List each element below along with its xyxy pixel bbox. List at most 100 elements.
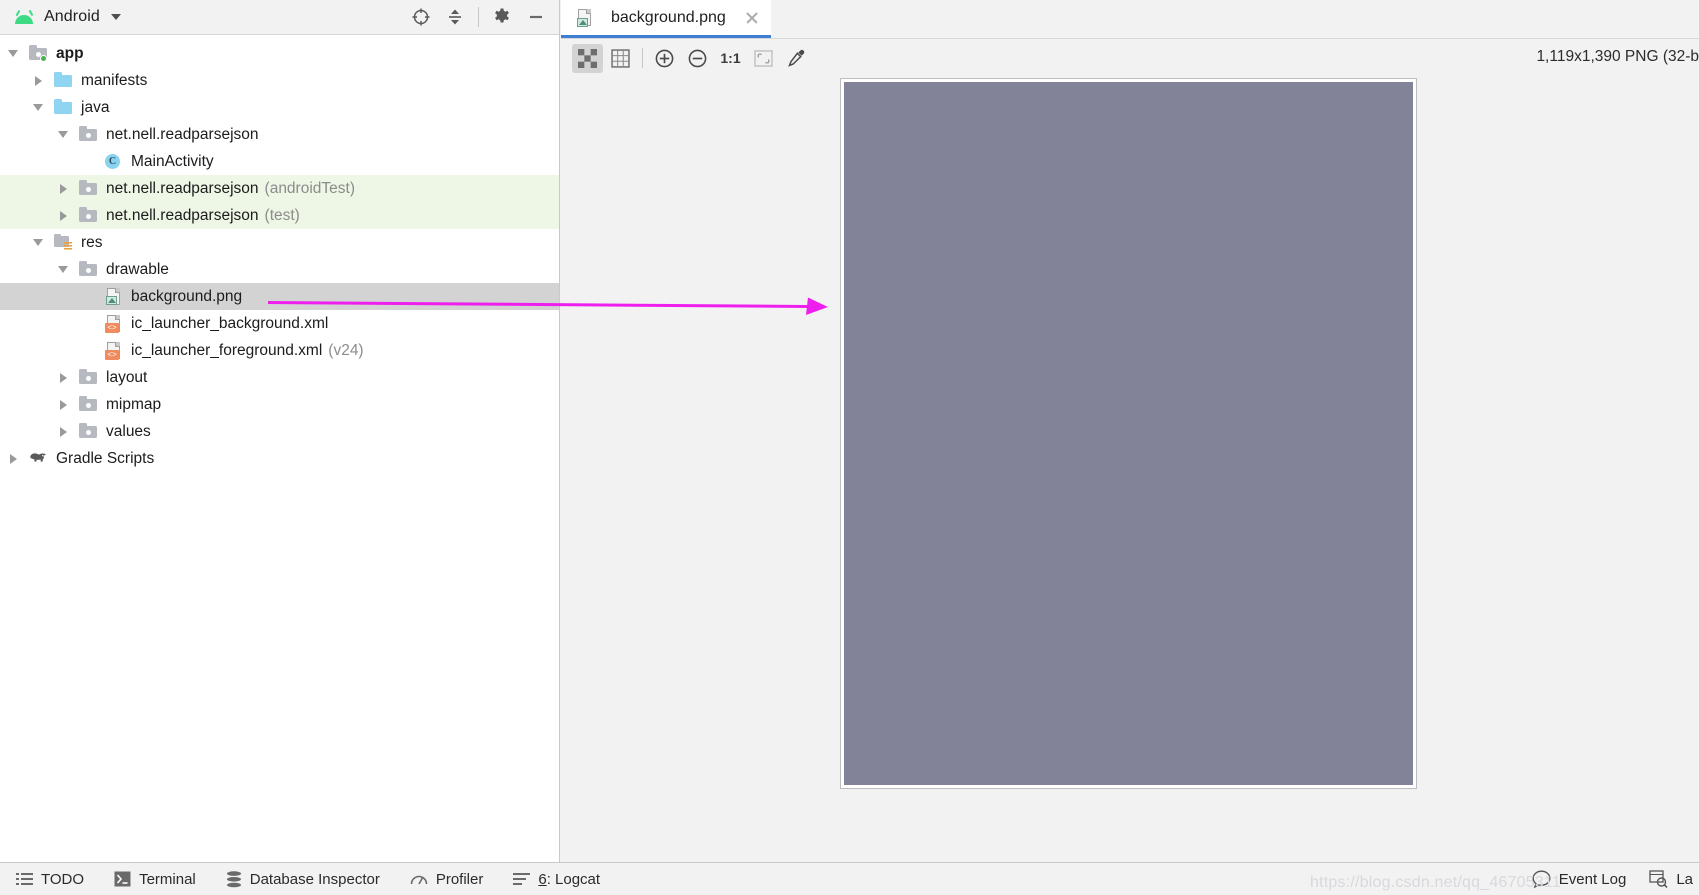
fit-to-window-button[interactable] xyxy=(748,44,779,73)
tree-row-label: ic_launcher_foreground.xml xyxy=(131,341,323,359)
status-item-label: TODO xyxy=(41,870,85,888)
tree-row-label: res xyxy=(81,233,103,251)
tree-row[interactable]: net.nell.readparsejson (test) xyxy=(0,202,559,229)
tab-background-png[interactable]: background.png xyxy=(561,0,771,38)
chevron-right-icon[interactable] xyxy=(56,370,72,386)
editor-tabbar: background.png xyxy=(561,0,1699,39)
android-logo-icon xyxy=(14,10,34,24)
chevron-down-icon[interactable] xyxy=(56,262,72,278)
tree-row-label: net.nell.readparsejson xyxy=(106,179,259,197)
image-info-label: 1,119x1,390 PNG (32-b xyxy=(1536,48,1699,65)
tree-row-label: mipmap xyxy=(106,395,162,413)
tree-arrow-placeholder xyxy=(81,316,97,332)
tree-row[interactable]: drawable xyxy=(0,256,559,283)
zoom-out-button[interactable] xyxy=(682,44,713,73)
tree-row-label: net.nell.readparsejson xyxy=(106,125,259,143)
tree-row[interactable]: net.nell.readparsejson (androidTest) xyxy=(0,175,559,202)
image-preview-canvas[interactable] xyxy=(561,77,1699,862)
actual-size-button[interactable]: 1:1 xyxy=(715,44,746,73)
tree-row[interactable]: manifests xyxy=(0,67,559,94)
zoom-in-button[interactable] xyxy=(649,44,680,73)
toolbar-divider xyxy=(642,48,643,68)
tree-row-label: app xyxy=(56,44,84,62)
chevron-down-icon[interactable] xyxy=(31,100,47,116)
xml-file-icon: <> xyxy=(104,342,123,360)
chevron-right-icon[interactable] xyxy=(6,451,22,467)
profiler-icon xyxy=(410,875,428,885)
tree-row-label: values xyxy=(106,422,151,440)
folder-icon xyxy=(79,423,98,440)
project-panel-title: Android xyxy=(44,8,100,25)
chevron-down-icon[interactable] xyxy=(31,235,47,251)
status-item-layout-inspector[interactable]: La xyxy=(1649,870,1693,888)
tree-arrow-placeholder xyxy=(81,154,97,170)
editor-area: background.png 1:1 1,119x1,390 PNG (32-b xyxy=(561,0,1699,862)
image-preview-content xyxy=(844,82,1413,785)
tree-row[interactable]: background.png xyxy=(0,283,559,310)
database-icon xyxy=(226,870,241,887)
tree-row-label: manifests xyxy=(81,71,148,89)
status-item-label: Database Inspector xyxy=(249,870,380,888)
tree-arrow-placeholder xyxy=(81,343,97,359)
status-item-logcat[interactable]: 6: Logcat xyxy=(513,871,600,888)
tree-row[interactable]: app xyxy=(0,40,559,67)
actual-size-label: 1:1 xyxy=(720,50,741,66)
tree-row[interactable]: <> ic_launcher_foreground.xml (v24) xyxy=(0,337,559,364)
chevron-right-icon[interactable] xyxy=(31,73,47,89)
tree-row-label: MainActivity xyxy=(131,152,214,170)
folder-icon xyxy=(79,396,98,413)
tree-row-label: layout xyxy=(106,368,148,386)
status-item-todo[interactable]: TODO xyxy=(16,871,84,888)
res-folder-icon xyxy=(54,234,73,251)
status-item-profiler[interactable]: Profiler xyxy=(410,870,484,888)
tree-row[interactable]: layout xyxy=(0,364,559,391)
status-item-terminal[interactable]: Terminal xyxy=(114,871,196,888)
folder-icon xyxy=(79,369,98,386)
chevron-right-icon[interactable] xyxy=(56,208,72,224)
status-item-label: La xyxy=(1676,870,1693,888)
tree-row[interactable]: C MainActivity xyxy=(0,148,559,175)
status-bar-right: Event Log La xyxy=(1532,869,1699,889)
chevron-down-icon[interactable] xyxy=(6,46,22,62)
project-tool-window: Android app manifests java net.nell.read… xyxy=(0,0,828,862)
toggle-grid-button[interactable] xyxy=(605,44,636,73)
gradle-elephant-icon xyxy=(29,450,48,467)
tree-row-label: ic_launcher_background.xml xyxy=(131,314,329,332)
status-item-database-inspector[interactable]: Database Inspector xyxy=(226,871,380,888)
status-bar: TODO Terminal Database Inspector Profile… xyxy=(0,862,1699,895)
tree-row[interactable]: Gradle Scripts xyxy=(0,445,559,472)
layout-inspector-icon xyxy=(1649,870,1668,888)
chevron-right-icon[interactable] xyxy=(56,397,72,413)
minimize-icon[interactable] xyxy=(521,2,551,32)
status-item-event-log[interactable]: Event Log xyxy=(1532,869,1627,889)
tree-row[interactable]: mipmap xyxy=(0,391,559,418)
tree-row[interactable]: values xyxy=(0,418,559,445)
tree-row-label: background.png xyxy=(131,287,243,305)
status-item-label: Event Log xyxy=(1558,870,1627,888)
chevron-right-icon[interactable] xyxy=(56,181,72,197)
chevron-down-icon[interactable] xyxy=(110,14,121,20)
tree-row[interactable]: res xyxy=(0,229,559,256)
project-panel-toolbar xyxy=(406,2,551,32)
tree-row[interactable]: <> ic_launcher_background.xml xyxy=(0,310,559,337)
toggle-transparency-chessboard-button[interactable] xyxy=(572,43,603,73)
status-item-label: Profiler xyxy=(435,870,484,888)
project-tree[interactable]: app manifests java net.nell.readparsejson C M… xyxy=(0,35,559,862)
toolbar-divider xyxy=(478,7,479,27)
gear-icon[interactable] xyxy=(487,2,517,32)
status-item-label: Terminal xyxy=(139,870,196,888)
color-picker-button[interactable] xyxy=(781,44,812,73)
tree-arrow-placeholder xyxy=(81,289,97,305)
java-class-icon: C xyxy=(104,153,123,170)
tree-row[interactable]: java xyxy=(0,94,559,121)
tree-row-label: net.nell.readparsejson xyxy=(106,206,259,224)
chevron-right-icon[interactable] xyxy=(56,424,72,440)
tree-row[interactable]: net.nell.readparsejson xyxy=(0,121,559,148)
collapse-all-icon[interactable] xyxy=(440,2,470,32)
close-icon[interactable] xyxy=(745,11,759,25)
folder-icon xyxy=(79,207,98,224)
chevron-down-icon[interactable] xyxy=(56,127,72,143)
tree-row-label: Gradle Scripts xyxy=(56,449,155,467)
locate-icon[interactable] xyxy=(406,2,436,32)
balloon-icon xyxy=(1532,869,1551,888)
